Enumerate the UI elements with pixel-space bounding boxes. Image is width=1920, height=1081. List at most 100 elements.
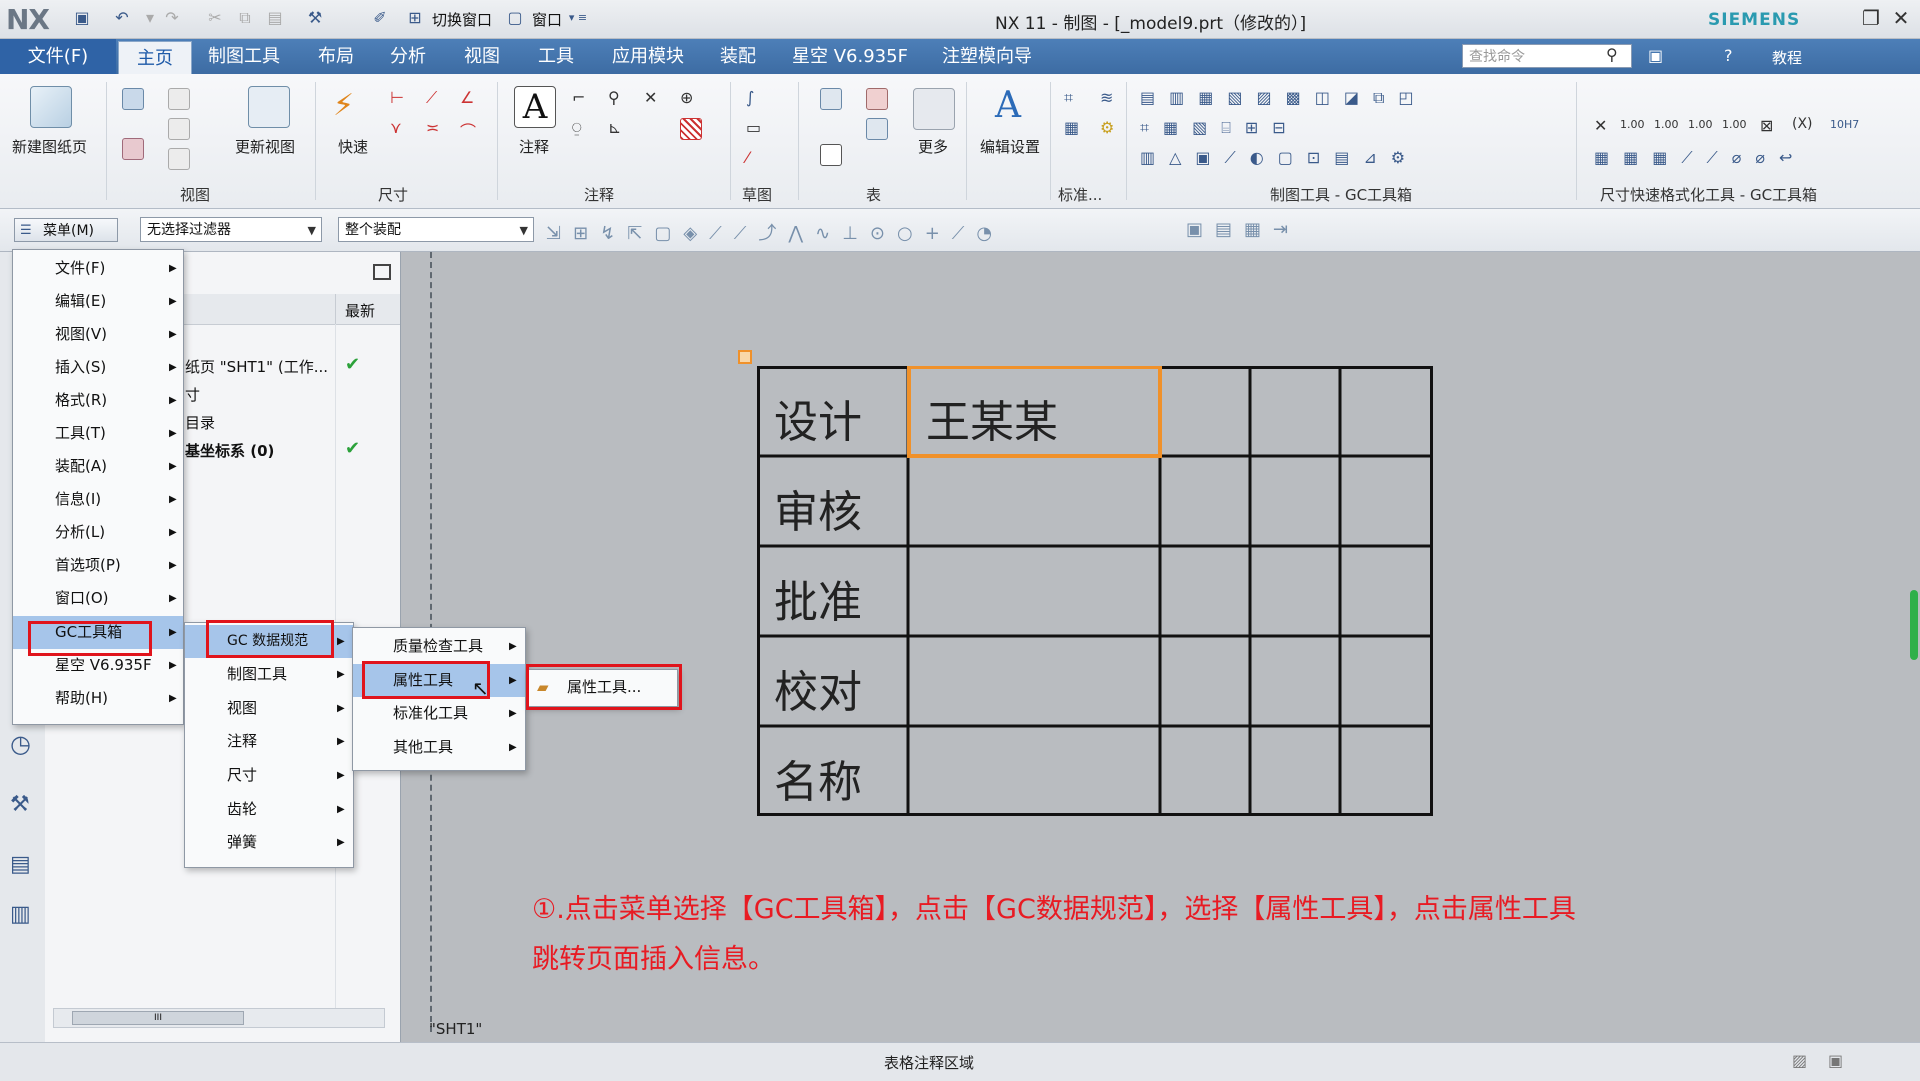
nav-row-sheet[interactable]: 纸页 "SHT1" (工作... [185, 356, 328, 377]
menu-item-view[interactable]: 视图(V) ▶ [13, 318, 183, 351]
switch-window-label[interactable]: 切换窗口 [432, 9, 492, 30]
sketch-icon[interactable]: ∫ [746, 88, 766, 108]
note-button[interactable]: 注释 [519, 136, 549, 157]
window-icon[interactable]: ▢ [505, 8, 525, 28]
help-icon[interactable]: ? [1724, 46, 1733, 65]
switch-window-icon[interactable]: ⊞ [405, 8, 425, 28]
cell-approve-label[interactable]: 批准 [774, 566, 862, 630]
nav-row-catalog[interactable]: 目录 [185, 412, 215, 433]
undo-dropdown-icon[interactable]: ▾ [140, 8, 160, 28]
quick-dimension-button[interactable]: 快速 [338, 136, 368, 157]
section-view-icon[interactable] [122, 138, 144, 160]
tabular-note-icon[interactable] [820, 144, 842, 166]
datum-feature-icon[interactable]: ⚲ [608, 88, 628, 108]
center-mark-icon[interactable]: ⊕ [680, 88, 700, 108]
menu-item-gc-view[interactable]: 视图 ▶ [185, 692, 353, 725]
edit-settings-button[interactable]: 编辑设置 [980, 136, 1040, 157]
menu-item-help[interactable]: 帮助(H) ▶ [13, 682, 183, 715]
tab-applications[interactable]: 应用模块 [608, 39, 688, 74]
layout-icon[interactable]: ▣ [1648, 46, 1663, 65]
menu-item-tools[interactable]: 工具(T) ▶ [13, 417, 183, 450]
gc-drafting-row3-icons[interactable]: ▥△▣⟋◐▢⊡▤⊿⚙ [1140, 148, 1560, 168]
cross-icon[interactable]: ✕ [644, 88, 664, 108]
tools-icon[interactable]: ⚒ [10, 792, 30, 817]
repeat-command-icon[interactable]: ⚒ [305, 8, 325, 28]
balloon-table-icon[interactable] [866, 88, 888, 110]
tab-file[interactable]: 文件(F) [0, 39, 116, 74]
menu-item-gc-dimension[interactable]: 尺寸 ▶ [185, 759, 353, 792]
scrollbar-thumb[interactable]: III [72, 1011, 244, 1025]
history-icon[interactable]: ◷ [10, 730, 31, 758]
cell-designer-name[interactable]: 王某某 [926, 386, 1058, 450]
standard-tool-icon[interactable]: ⌗ [1064, 88, 1084, 108]
vertical-scroll-indicator[interactable] [1910, 590, 1918, 660]
menu-item-spring[interactable]: 弹簧 ▶ [185, 826, 353, 859]
gc-drafting-row1-icons[interactable]: ▤▥▦▧▨▩◫◪⧉◰ [1140, 88, 1540, 108]
angular-dimension-icon[interactable]: ∠ [460, 88, 480, 108]
view-toolbar-icons[interactable]: ▣▤▦⇥ [1186, 219, 1356, 240]
status-icon-1[interactable]: ▨ [1792, 1051, 1807, 1070]
clear-tolerance-icon[interactable]: ✕ [1594, 116, 1607, 135]
type-filter-select[interactable]: 无选择过滤器 ▼ [140, 217, 322, 242]
touch-mode-icon[interactable]: ✐ [370, 8, 390, 28]
manage-icon[interactable]: ⚙ [1100, 118, 1120, 138]
hole-table-icon[interactable] [866, 118, 888, 140]
dim-sample-3[interactable]: 1.00 [1688, 118, 1713, 131]
base-view-icon[interactable] [122, 88, 144, 110]
menu-item-gc-annotation[interactable]: 注释 ▶ [185, 725, 353, 758]
menu-item-analysis[interactable]: 分析(L) ▶ [13, 516, 183, 549]
new-sheet-button[interactable]: 新建图纸页 [12, 136, 87, 157]
dim-sample-2[interactable]: 1.00 [1654, 118, 1679, 131]
maximize-panel-icon[interactable] [373, 264, 391, 280]
check-icon[interactable]: ▦ [1064, 118, 1084, 138]
feature-control-icon[interactable]: ⌐ [572, 88, 592, 108]
update-views-button[interactable]: 更新视图 [235, 136, 295, 157]
menu-item-gear[interactable]: 齿轮 ▶ [185, 793, 353, 826]
copy-icon[interactable]: ⧉ [235, 8, 255, 28]
window-dropdown-icon[interactable]: ▾ ≡ [568, 8, 588, 28]
surface-finish-icon[interactable]: ⊾ [608, 118, 628, 138]
selection-scope-select[interactable]: 整个装配 ▼ [338, 217, 534, 242]
search-icon[interactable]: ⚲ [1606, 45, 1618, 64]
dim-sample-1[interactable]: 1.00 [1620, 118, 1645, 131]
menu-item-window[interactable]: 窗口(O) ▶ [13, 582, 183, 615]
paste-icon[interactable]: ▤ [265, 8, 285, 28]
menu-item-preferences[interactable]: 首选项(P) ▶ [13, 549, 183, 582]
thickness-dimension-icon[interactable]: ≍ [426, 118, 446, 138]
menu-item-assembly[interactable]: 装配(A) ▶ [13, 450, 183, 483]
cut-icon[interactable]: ✂ [205, 8, 225, 28]
more-button[interactable]: 更多 [918, 136, 948, 157]
break-view-icon[interactable] [168, 148, 190, 170]
undo-icon[interactable]: ↶ [112, 8, 132, 28]
status-icon-2[interactable]: ▣ [1828, 1051, 1843, 1070]
cell-name-label[interactable]: 名称 [774, 746, 862, 810]
tab-drafting-tools[interactable]: 制图工具 [204, 39, 284, 74]
cell-review-label[interactable]: 审核 [774, 476, 862, 540]
tab-assembly[interactable]: 装配 [716, 39, 760, 74]
cell-proofread-label[interactable]: 校对 [774, 656, 862, 720]
snap-toolbar-icons[interactable]: ⇲⊞↯⇱▢◈⟋⟋⤴⋀∿⊥⊙○+⟋◔ [546, 219, 1286, 245]
gc-drafting-row2-icons[interactable]: ⌗▦▧⌸⊞⊟ [1140, 118, 1540, 138]
menu-item-drafting-tools[interactable]: 制图工具 ▶ [185, 658, 353, 691]
tab-tools[interactable]: 工具 [534, 39, 578, 74]
table-anchor-icon[interactable] [738, 350, 752, 364]
tab-xingkong[interactable]: 星空 V6.935F [788, 39, 912, 74]
box-x-icon[interactable]: ⊠ [1760, 116, 1773, 135]
help-label[interactable]: 教程 [1772, 47, 1802, 68]
arc-length-icon[interactable]: ⌒ [460, 118, 480, 141]
tab-analysis[interactable]: 分析 [386, 39, 430, 74]
close-icon[interactable]: ✕ [1888, 6, 1914, 30]
parts-list-icon[interactable] [820, 88, 842, 110]
part-navigator-icon[interactable]: ▤ [10, 852, 31, 877]
column-latest[interactable]: 最新 [345, 300, 375, 321]
dim-sample-4[interactable]: 1.00 [1722, 118, 1747, 131]
gc-dim-format-row3-icons[interactable]: ▦▦▦⟋⟋⌀⌀↩ [1594, 148, 1894, 168]
tab-mold-wizard[interactable]: 注塑模向导 [938, 39, 1036, 74]
menu-item-file[interactable]: 文件(F) ▶ [13, 252, 183, 285]
paren-x-icon[interactable]: (X) [1792, 116, 1813, 132]
layer-icon[interactable]: ≋ [1100, 88, 1120, 108]
radial-dimension-icon[interactable]: ⟋ [426, 88, 446, 108]
menu-item-quality-check[interactable]: 质量检查工具 ▶ [353, 630, 525, 663]
linear-dimension-icon[interactable]: ⊢ [390, 88, 410, 108]
menu-item-format[interactable]: 格式(R) ▶ [13, 384, 183, 417]
